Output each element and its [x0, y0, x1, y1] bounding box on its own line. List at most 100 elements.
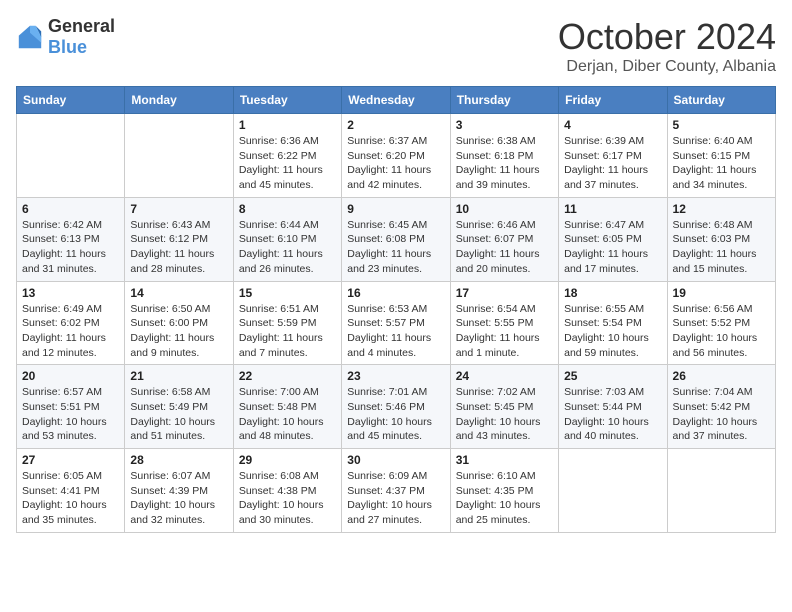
month-title: October 2024 [558, 16, 776, 58]
day-number: 18 [564, 286, 661, 300]
calendar-cell: 10 Sunrise: 6:46 AMSunset: 6:07 PMDayligh… [450, 197, 558, 281]
day-number: 11 [564, 202, 661, 216]
calendar-cell: 11 Sunrise: 6:47 AMSunset: 6:05 PMDayligh… [559, 197, 667, 281]
calendar-cell: 18 Sunrise: 6:55 AMSunset: 5:54 PMDayligh… [559, 281, 667, 365]
calendar-week-row: 6 Sunrise: 6:42 AMSunset: 6:13 PMDaylight… [17, 197, 776, 281]
day-number: 22 [239, 369, 336, 383]
weekday-header: Sunday [17, 87, 125, 114]
calendar-cell: 20Sunrise: 6:57 AMSunset: 5:51 PMDayligh… [17, 365, 125, 449]
day-info: Sunrise: 6:43 AMSunset: 6:12 PMDaylight:… [130, 218, 227, 277]
calendar-cell: 29 Sunrise: 6:08 AMSunset: 4:38 PMDayligh… [233, 449, 341, 533]
day-number: 14 [130, 286, 227, 300]
day-number: 29 [239, 453, 336, 467]
day-info: Sunrise: 6:55 AMSunset: 5:54 PMDaylight:… [564, 302, 661, 361]
day-info: Sunrise: 6:42 AMSunset: 6:13 PMDaylight:… [22, 218, 119, 277]
day-info: Sunrise: 6:38 AMSunset: 6:18 PMDaylight:… [456, 134, 553, 193]
day-info: Sunrise: 6:45 AMSunset: 6:08 PMDaylight:… [347, 218, 444, 277]
calendar-cell [17, 114, 125, 198]
day-info: Sunrise: 6:46 AMSunset: 6:07 PMDaylight:… [456, 218, 553, 277]
calendar-cell: 16Sunrise: 6:53 AMSunset: 5:57 PMDayligh… [342, 281, 450, 365]
calendar-cell: 25 Sunrise: 7:03 AMSunset: 5:44 PMDayligh… [559, 365, 667, 449]
calendar-week-row: 27Sunrise: 6:05 AMSunset: 4:41 PMDayligh… [17, 449, 776, 533]
day-number: 25 [564, 369, 661, 383]
calendar-cell: 13 Sunrise: 6:49 AMSunset: 6:02 PMDayligh… [17, 281, 125, 365]
weekday-header: Saturday [667, 87, 775, 114]
day-info: Sunrise: 6:58 AMSunset: 5:49 PMDaylight:… [130, 385, 227, 444]
day-number: 1 [239, 118, 336, 132]
calendar-header-row: SundayMondayTuesdayWednesdayThursdayFrid… [17, 87, 776, 114]
day-number: 10 [456, 202, 553, 216]
day-info: Sunrise: 6:44 AMSunset: 6:10 PMDaylight:… [239, 218, 336, 277]
day-number: 6 [22, 202, 119, 216]
day-number: 3 [456, 118, 553, 132]
calendar-cell [125, 114, 233, 198]
calendar-cell: 23Sunrise: 7:01 AMSunset: 5:46 PMDayligh… [342, 365, 450, 449]
day-number: 23 [347, 369, 444, 383]
calendar-cell [667, 449, 775, 533]
day-info: Sunrise: 6:53 AMSunset: 5:57 PMDaylight:… [347, 302, 444, 361]
calendar-cell: 3 Sunrise: 6:38 AMSunset: 6:18 PMDaylight… [450, 114, 558, 198]
calendar-cell: 4Sunrise: 6:39 AMSunset: 6:17 PMDaylight… [559, 114, 667, 198]
calendar-week-row: 20Sunrise: 6:57 AMSunset: 5:51 PMDayligh… [17, 365, 776, 449]
calendar-cell: 19Sunrise: 6:56 AMSunset: 5:52 PMDayligh… [667, 281, 775, 365]
day-info: Sunrise: 6:37 AMSunset: 6:20 PMDaylight:… [347, 134, 444, 193]
title-block: October 2024 Derjan, Diber County, Alban… [558, 16, 776, 76]
calendar-week-row: 13 Sunrise: 6:49 AMSunset: 6:02 PMDayligh… [17, 281, 776, 365]
day-info: Sunrise: 6:10 AMSunset: 4:35 PMDaylight:… [456, 469, 553, 528]
day-info: Sunrise: 6:47 AMSunset: 6:05 PMDaylight:… [564, 218, 661, 277]
day-number: 15 [239, 286, 336, 300]
weekday-header: Thursday [450, 87, 558, 114]
day-info: Sunrise: 6:54 AMSunset: 5:55 PMDaylight:… [456, 302, 553, 361]
day-number: 8 [239, 202, 336, 216]
calendar-cell: 9Sunrise: 6:45 AMSunset: 6:08 PMDaylight… [342, 197, 450, 281]
day-number: 19 [673, 286, 770, 300]
logo-blue: Blue [48, 37, 87, 57]
calendar-cell: 12Sunrise: 6:48 AMSunset: 6:03 PMDayligh… [667, 197, 775, 281]
calendar-cell: 31Sunrise: 6:10 AMSunset: 4:35 PMDayligh… [450, 449, 558, 533]
calendar-cell: 5 Sunrise: 6:40 AMSunset: 6:15 PMDaylight… [667, 114, 775, 198]
day-info: Sunrise: 6:08 AMSunset: 4:38 PMDaylight:… [239, 469, 336, 528]
day-info: Sunrise: 6:40 AMSunset: 6:15 PMDaylight:… [673, 134, 770, 193]
calendar-cell: 14 Sunrise: 6:50 AMSunset: 6:00 PMDayligh… [125, 281, 233, 365]
calendar-cell: 15 Sunrise: 6:51 AMSunset: 5:59 PMDayligh… [233, 281, 341, 365]
day-number: 5 [673, 118, 770, 132]
day-info: Sunrise: 6:36 AMSunset: 6:22 PMDaylight:… [239, 134, 336, 193]
calendar-cell: 2 Sunrise: 6:37 AMSunset: 6:20 PMDaylight… [342, 114, 450, 198]
logo-icon [16, 23, 44, 51]
calendar-cell: 30Sunrise: 6:09 AMSunset: 4:37 PMDayligh… [342, 449, 450, 533]
day-number: 21 [130, 369, 227, 383]
calendar-cell: 1 Sunrise: 6:36 AMSunset: 6:22 PMDaylight… [233, 114, 341, 198]
day-info: Sunrise: 7:04 AMSunset: 5:42 PMDaylight:… [673, 385, 770, 444]
calendar-cell: 24 Sunrise: 7:02 AMSunset: 5:45 PMDayligh… [450, 365, 558, 449]
logo: General Blue [16, 16, 115, 58]
day-info: Sunrise: 6:39 AMSunset: 6:17 PMDaylight:… [564, 134, 661, 193]
day-info: Sunrise: 7:03 AMSunset: 5:44 PMDaylight:… [564, 385, 661, 444]
logo-text: General Blue [48, 16, 115, 58]
logo-general: General [48, 16, 115, 36]
day-number: 7 [130, 202, 227, 216]
day-info: Sunrise: 6:48 AMSunset: 6:03 PMDaylight:… [673, 218, 770, 277]
day-info: Sunrise: 6:05 AMSunset: 4:41 PMDaylight:… [22, 469, 119, 528]
day-info: Sunrise: 6:09 AMSunset: 4:37 PMDaylight:… [347, 469, 444, 528]
calendar-cell: 27Sunrise: 6:05 AMSunset: 4:41 PMDayligh… [17, 449, 125, 533]
weekday-header: Tuesday [233, 87, 341, 114]
day-number: 26 [673, 369, 770, 383]
calendar-cell: 26 Sunrise: 7:04 AMSunset: 5:42 PMDayligh… [667, 365, 775, 449]
day-info: Sunrise: 7:02 AMSunset: 5:45 PMDaylight:… [456, 385, 553, 444]
day-info: Sunrise: 6:57 AMSunset: 5:51 PMDaylight:… [22, 385, 119, 444]
calendar-cell: 8 Sunrise: 6:44 AMSunset: 6:10 PMDaylight… [233, 197, 341, 281]
calendar-cell: 28Sunrise: 6:07 AMSunset: 4:39 PMDayligh… [125, 449, 233, 533]
calendar-cell: 6 Sunrise: 6:42 AMSunset: 6:13 PMDaylight… [17, 197, 125, 281]
day-info: Sunrise: 6:49 AMSunset: 6:02 PMDaylight:… [22, 302, 119, 361]
weekday-header: Monday [125, 87, 233, 114]
calendar-week-row: 1 Sunrise: 6:36 AMSunset: 6:22 PMDaylight… [17, 114, 776, 198]
calendar-cell: 7 Sunrise: 6:43 AMSunset: 6:12 PMDaylight… [125, 197, 233, 281]
calendar-cell [559, 449, 667, 533]
day-number: 2 [347, 118, 444, 132]
page-header: General Blue October 2024 Derjan, Diber … [16, 16, 776, 76]
day-info: Sunrise: 6:50 AMSunset: 6:00 PMDaylight:… [130, 302, 227, 361]
day-info: Sunrise: 6:51 AMSunset: 5:59 PMDaylight:… [239, 302, 336, 361]
day-number: 17 [456, 286, 553, 300]
day-number: 13 [22, 286, 119, 300]
day-number: 24 [456, 369, 553, 383]
